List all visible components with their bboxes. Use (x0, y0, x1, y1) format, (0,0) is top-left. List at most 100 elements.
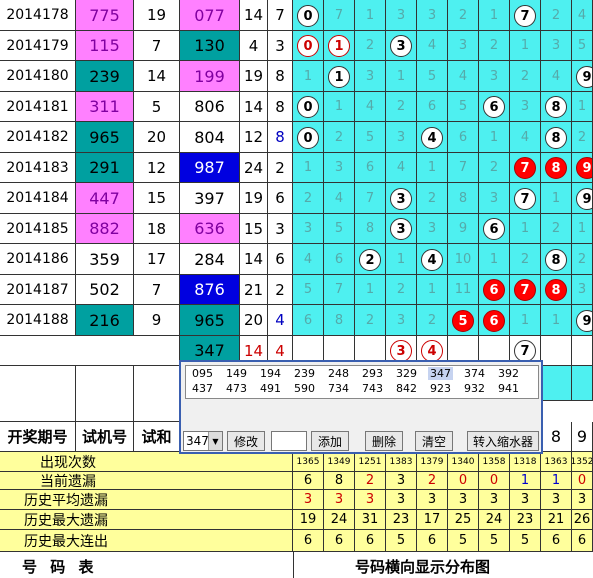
number-list-item[interactable]: 149 (224, 367, 249, 380)
stat-value: 6 (355, 530, 386, 552)
period-cell: 2014183 (0, 153, 76, 183)
number-list-item[interactable]: 743 (360, 382, 385, 395)
stat-value: 24 (479, 510, 510, 530)
distribution-cell: 10 (448, 244, 479, 275)
stat-value: 8 (324, 472, 355, 490)
distribution-cell: 1 (386, 244, 417, 275)
number-list-item[interactable]: 437 (190, 382, 215, 395)
distribution-cell: 3 (479, 183, 510, 214)
number-list-item[interactable]: 194 (258, 367, 283, 380)
hit-ball: 9 (576, 310, 592, 332)
test-sum-cell: 9 (134, 305, 180, 336)
pending-ball: 4 (421, 340, 443, 362)
delete-button[interactable]: 删除 (365, 431, 403, 451)
distribution-cell: 5 (355, 122, 386, 153)
number-list-item[interactable]: 392 (496, 367, 521, 380)
distribution-cell: 7 (510, 153, 541, 183)
chevron-down-icon[interactable]: ▼ (208, 432, 222, 450)
distribution-cell: 3 (386, 214, 417, 244)
hit-ball: 7 (514, 188, 536, 210)
add-button[interactable]: 添加 (311, 431, 349, 451)
sum-cell: 21 (240, 275, 268, 305)
test-number-cell: 965 (76, 122, 134, 153)
hit-ball: 8 (545, 127, 567, 149)
stat-value: 5 (510, 530, 541, 552)
pending-distribution-cell (541, 336, 572, 366)
combo-cell: 130 (180, 31, 240, 61)
combo-cell: 199 (180, 61, 240, 92)
distribution-cell: 8 (541, 153, 572, 183)
stat-label: 历史平均遗漏 (0, 490, 293, 510)
distribution-cell: 4 (510, 122, 541, 153)
distribution-cell: 4 (448, 61, 479, 92)
number-list-item[interactable]: 590 (292, 382, 317, 395)
number-input[interactable] (271, 431, 307, 451)
distribution-cell: 2 (386, 275, 417, 305)
stat-value: 3 (541, 490, 572, 510)
stat-value: 3 (510, 490, 541, 510)
number-list-item[interactable]: 347 (428, 367, 453, 380)
hit-ball: 6 (483, 310, 505, 332)
number-list-item[interactable]: 329 (394, 367, 419, 380)
combo-select-value: 347 (186, 434, 209, 448)
pending-ball: 7 (514, 340, 536, 362)
period-cell: 2014184 (0, 183, 76, 214)
distribution-cell: 3 (386, 31, 417, 61)
number-list-item[interactable]: 374 (462, 367, 487, 380)
number-list-item[interactable]: 932 (462, 382, 487, 395)
hit-ball: 6 (483, 96, 505, 118)
distribution-cell: 1 (510, 305, 541, 336)
stat-value: 1383 (386, 452, 417, 472)
number-list-item[interactable]: 239 (292, 367, 317, 380)
distribution-cell: 9 (572, 305, 593, 336)
sum-cell: 19 (240, 61, 268, 92)
stat-value: 23 (386, 510, 417, 530)
period-cell: 2014179 (0, 31, 76, 61)
stat-label: 历史最大遗漏 (0, 510, 293, 530)
hit-ball: 6 (483, 279, 505, 301)
clear-button[interactable]: 清空 (415, 431, 453, 451)
distribution-cell: 2 (479, 31, 510, 61)
shrink-button[interactable]: 转入缩水器 (467, 431, 539, 451)
test-sum-cell: 12 (134, 153, 180, 183)
number-list-item[interactable]: 734 (326, 382, 351, 395)
distribution-cell: 7 (510, 275, 541, 305)
test-sum-cell: 19 (134, 0, 180, 31)
test-number-cell: 502 (76, 275, 134, 305)
distribution-cell: 2 (479, 153, 510, 183)
hit-ball: 7 (514, 5, 536, 27)
test-number-cell: 447 (76, 183, 134, 214)
number-list-item[interactable]: 095 (190, 367, 215, 380)
stat-value: 1 (541, 472, 572, 490)
header-sum: 试和 (134, 422, 180, 452)
number-list-item[interactable]: 248 (326, 367, 351, 380)
stat-label: 当前遗漏 (0, 472, 293, 490)
stat-value: 3 (479, 490, 510, 510)
combo-cell: 077 (180, 0, 240, 31)
number-list-item[interactable]: 923 (428, 382, 453, 395)
stat-value: 2 (355, 472, 386, 490)
test-sum-cell: 17 (134, 244, 180, 275)
hit-ball: 1 (328, 35, 350, 57)
sum-cell: 19 (240, 183, 268, 214)
test-sum-cell: 20 (134, 122, 180, 153)
modify-button[interactable]: 修改 (227, 431, 265, 451)
stat-value: 3 (386, 472, 417, 490)
stat-value: 0 (448, 472, 479, 490)
distribution-cell: 2 (417, 183, 448, 214)
hit-ball: 4 (421, 249, 443, 271)
number-list-item[interactable]: 473 (224, 382, 249, 395)
span-cell: 2 (268, 275, 293, 305)
number-list-item[interactable]: 842 (394, 382, 419, 395)
number-list-item[interactable]: 491 (258, 382, 283, 395)
stat-value: 23 (510, 510, 541, 530)
header-digit: 8 (541, 422, 572, 452)
distribution-cell: 1 (541, 183, 572, 214)
number-list-item[interactable]: 293 (360, 367, 385, 380)
header-digit: 9 (572, 422, 593, 452)
number-list-item[interactable]: 941 (496, 382, 521, 395)
number-list[interactable]: 095 149 194 239 248 293 329 347 374 392 437 473 491 5… (185, 365, 539, 399)
sum-cell: 14 (240, 244, 268, 275)
combo-select[interactable]: 347 ▼ (183, 431, 223, 451)
distribution-cell: 1 (417, 153, 448, 183)
